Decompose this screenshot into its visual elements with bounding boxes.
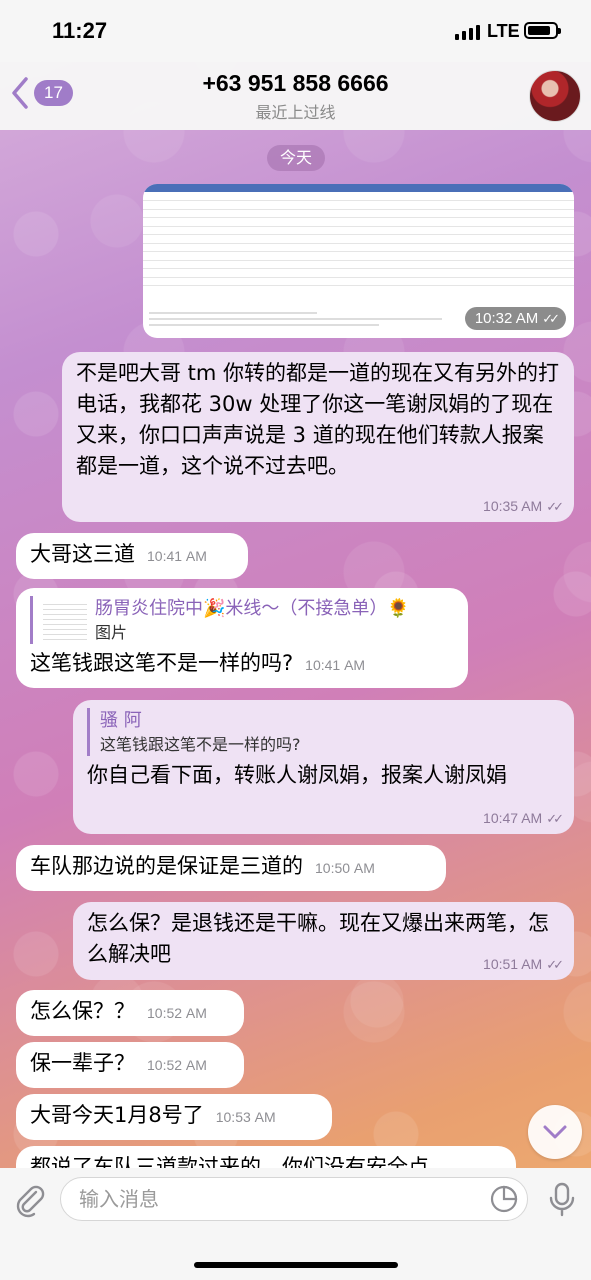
message-time: 10:52 AM [147,1005,207,1021]
message-time: 10:32 AM ✓✓ [464,307,566,330]
scroll-down-button[interactable] [528,1105,582,1159]
microphone-icon[interactable] [548,1182,576,1218]
chevron-left-icon [12,77,28,109]
network-type: LTE [487,21,520,41]
message-time: 10:53 AM [215,1109,276,1125]
date-separator: 今天 [267,145,325,171]
message-text: 怎么保？？ [30,999,135,1023]
reply-text: 图片 [95,623,128,642]
message-time: 10:50 AM [315,860,375,876]
screenshot-table-image [143,184,574,286]
status-bar: 11:27 LTE [0,0,591,62]
message-text: 这笔钱跟这笔不是一样的吗? [30,651,294,675]
message-text: 大哥今天1月8号了 [30,1103,204,1127]
message-text: 车队那边说的是保证是三道的 [30,854,303,878]
reply-author: 骚 阿 [100,710,142,731]
chat-header: +63 951 858 6666 最近上过线 17 [0,62,591,130]
message-meta: 10:47 AM ✓✓ [483,810,564,826]
double-check-icon: ✓✓ [542,311,560,326]
message-text: 大哥这三道 [30,542,135,566]
message-bubble-outgoing[interactable]: 怎么保？是退钱还是干嘛。现在又爆出来两笔，怎么解决吧 10:51 AM ✓✓ [73,902,574,980]
message-bubble-outgoing[interactable]: 骚 阿 这笔钱跟这笔不是一样的吗? 你自己看下面，转账人谢凤娟，报案人谢凤娟 1… [73,700,574,834]
message-text: 不是吧大哥 tm 你转的都是一道的现在又有另外的打电话，我都花 30w 处理了你… [76,361,560,478]
reply-quote[interactable]: 肠胃炎住院中🎉米线～（不接急单）🌻 图片 [30,596,454,644]
sticker-icon[interactable] [490,1185,518,1213]
image-message[interactable]: 10:32 AM ✓✓ [143,184,574,338]
chat-status: 最近上过线 [255,103,336,122]
message-bubble-incoming[interactable]: 肠胃炎住院中🎉米线～（不接急单）🌻 图片 这笔钱跟这笔不是一样的吗? 10:41 … [16,588,468,688]
signal-icon [455,24,480,40]
home-indicator [194,1262,398,1268]
reply-author: 肠胃炎住院中🎉米线～（不接急单）🌻 [95,598,410,619]
double-check-icon: ✓✓ [546,811,564,826]
avatar[interactable] [529,70,581,122]
unread-badge: 17 [34,80,73,106]
message-meta: 10:35 AM ✓✓ [483,498,564,514]
chevron-down-icon [543,1125,567,1139]
message-text: 你自己看下面，转账人谢凤娟，报案人谢凤娟 [87,763,507,787]
chat-title[interactable]: +63 951 858 6666 [0,70,591,97]
reply-text: 这笔钱跟这笔不是一样的吗? [100,735,301,754]
message-bubble-incoming[interactable]: 大哥今天1月8号了 10:53 AM [16,1094,332,1140]
double-check-icon: ✓✓ [546,499,564,514]
battery-icon [524,22,561,39]
message-text: 保一辈子？ [30,1051,135,1075]
message-input[interactable]: 输入消息 [60,1177,528,1221]
paperclip-icon[interactable] [12,1182,48,1218]
back-button[interactable]: 17 [10,76,73,110]
message-bubble-incoming[interactable]: 怎么保？？ 10:52 AM [16,990,244,1036]
message-bubble-incoming[interactable]: 大哥这三道 10:41 AM [16,533,248,579]
reply-thumbnail [43,600,87,640]
message-bubble-outgoing[interactable]: 不是吧大哥 tm 你转的都是一道的现在又有另外的打电话，我都花 30w 处理了你… [62,352,574,522]
message-bubble-incoming[interactable]: 保一辈子？ 10:52 AM [16,1042,244,1088]
message-bubble-incoming[interactable]: 车队那边说的是保证是三道的 10:50 AM [16,845,446,891]
status-time: 11:27 [52,18,108,43]
reply-quote[interactable]: 骚 阿 这笔钱跟这笔不是一样的吗? [87,708,560,756]
message-time: 10:52 AM [147,1057,207,1073]
message-meta: 10:51 AM ✓✓ [483,956,564,972]
double-check-icon: ✓✓ [546,957,564,972]
message-time: 10:41 AM [305,657,366,673]
message-time: 10:41 AM [147,548,207,564]
